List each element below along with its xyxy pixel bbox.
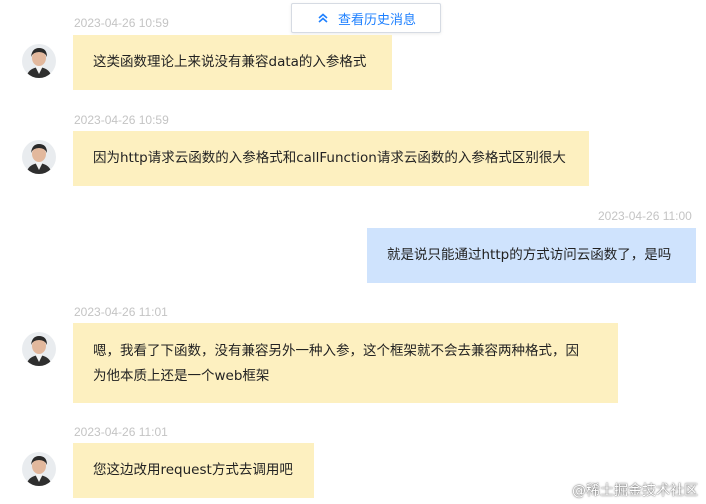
view-history-label: 查看历史消息 — [337, 12, 416, 28]
message-text: 嗯，我看了下函数，没有兼容另外一种入参，这个框架就不会去兼容两种格式，因为他本质… — [93, 343, 579, 384]
message-text: 因为http请求云函数的入参格式和callFunction请求云函数的入参格式区… — [93, 150, 566, 166]
message-timestamp: 2023-04-26 10:59 — [74, 113, 169, 127]
message-bubble: 因为http请求云函数的入参格式和callFunction请求云函数的入参格式区… — [73, 131, 589, 186]
avatar[interactable] — [22, 44, 56, 78]
message-text: 这类函数理论上来说没有兼容data的入参格式 — [93, 54, 367, 70]
message-text: 就是说只能通过http的方式访问云函数了，是吗 — [387, 247, 672, 263]
message-bubble: 嗯，我看了下函数，没有兼容另外一种入参，这个框架就不会去兼容两种格式，因为他本质… — [73, 323, 618, 403]
message-text: 您这边改用request方式去调用吧 — [93, 462, 293, 478]
double-chevron-up-icon — [318, 13, 328, 23]
message-bubble: 这类函数理论上来说没有兼容data的入参格式 — [73, 35, 392, 90]
avatar[interactable] — [22, 452, 56, 486]
message-timestamp: 2023-04-26 11:01 — [74, 425, 168, 439]
avatar[interactable] — [22, 332, 56, 366]
watermark: @稀土掘金技术社区 — [572, 483, 698, 499]
message-timestamp: 2023-04-26 11:01 — [74, 305, 168, 319]
message-bubble: 您这边改用request方式去调用吧 — [73, 443, 314, 498]
view-history-button[interactable]: 查看历史消息 — [291, 3, 441, 33]
message-timestamp: 2023-04-26 10:59 — [74, 16, 169, 30]
avatar[interactable] — [22, 140, 56, 174]
message-bubble: 就是说只能通过http的方式访问云函数了，是吗 — [367, 228, 696, 283]
message-timestamp: 2023-04-26 11:00 — [598, 209, 692, 223]
